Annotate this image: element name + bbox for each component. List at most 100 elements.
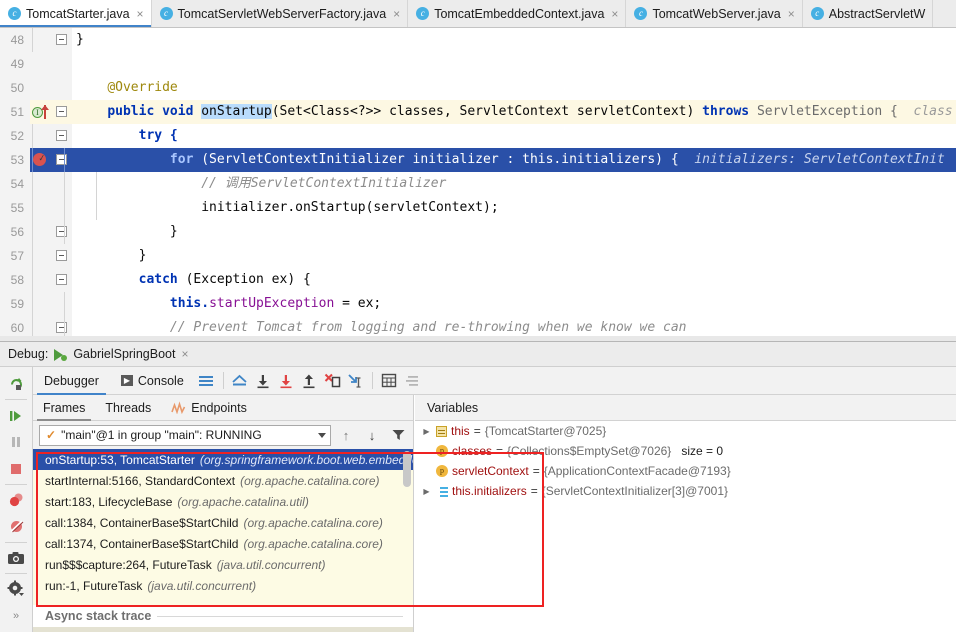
close-icon[interactable]: × (391, 8, 400, 20)
close-icon[interactable]: × (135, 8, 144, 20)
gutter[interactable] (30, 220, 72, 244)
force-step-into-button[interactable] (321, 370, 344, 392)
intention-bulb-icon[interactable] (56, 103, 67, 115)
variable-row[interactable]: ▶ this.initializers = {ServletContextIni… (415, 481, 956, 501)
code-line[interactable]: 59 this.startUpException = ex; (0, 292, 956, 316)
variable-row[interactable]: p classes = {Collections$EmptySet@7026} … (415, 441, 956, 461)
show-execution-point-button[interactable] (229, 370, 252, 392)
gutter[interactable] (30, 124, 72, 148)
fold-marker-icon[interactable] (56, 34, 67, 45)
gutter[interactable] (30, 76, 72, 100)
pause-button[interactable] (2, 429, 30, 455)
tab-console[interactable]: ▶ Console (110, 367, 195, 395)
step-out-button[interactable] (298, 370, 321, 392)
gutter[interactable] (30, 244, 72, 268)
variables-pane: Variables ▶ this = {TomcatStarter@7025} … (415, 395, 956, 632)
code-text: // 调用ServletContextInitializer (32, 172, 956, 196)
rerun-button[interactable] (2, 371, 30, 397)
gutter[interactable] (30, 196, 72, 220)
comment-line: // Prevent Tomcat from logging and re-th… (169, 320, 687, 335)
frame-row[interactable]: onStartup:53, TomcatStarter (org.springf… (33, 449, 413, 470)
line-number: 48 (0, 28, 30, 52)
code-editor[interactable]: 48 } 49 50 @Override 51 I public void on… (0, 28, 956, 363)
gutter[interactable] (30, 28, 72, 52)
frames-scrollbar[interactable] (403, 451, 411, 487)
code-line[interactable]: 58 catch (Exception ex) { (0, 268, 956, 292)
frames-down-button[interactable]: ↓ (361, 424, 383, 446)
expand-arrow-icon[interactable]: ▶ (421, 487, 432, 496)
frames-list[interactable]: onStartup:53, TomcatStarter (org.springf… (33, 449, 413, 605)
evaluate-expression-button[interactable] (378, 370, 401, 392)
frame-row[interactable]: run:-1, FutureTask (java.util.concurrent… (33, 575, 413, 596)
gutter[interactable]: ✓ (30, 148, 72, 172)
close-icon[interactable]: × (609, 8, 618, 20)
step-over-icon (257, 374, 269, 388)
code-line[interactable]: 50 @Override (0, 76, 956, 100)
resume-button[interactable] (2, 402, 30, 428)
subtab-endpoints[interactable]: Endpoints (161, 395, 257, 421)
gutter[interactable]: I (30, 100, 72, 124)
step-over-button[interactable] (252, 370, 275, 392)
editor-tab-tomcatstarter[interactable]: c TomcatStarter.java × (0, 0, 152, 27)
frame-row[interactable]: call:1374, ContainerBase$StartChild (org… (33, 533, 413, 554)
subtab-threads[interactable]: Threads (95, 395, 161, 421)
gutter[interactable] (30, 268, 72, 292)
debug-left-toolbar: » (0, 367, 33, 632)
layout-settings-button[interactable] (195, 370, 218, 392)
debug-session-name[interactable]: GabrielSpringBoot (73, 347, 175, 361)
code-line[interactable]: 56 } (0, 220, 956, 244)
mute-breakpoints-icon (9, 520, 23, 533)
step-into-button[interactable] (275, 370, 298, 392)
frame-row[interactable]: start:183, LifecycleBase (org.apache.cat… (33, 491, 413, 512)
editor-tab-tomcatwebserver[interactable]: c TomcatWebServer.java × (626, 0, 803, 27)
fold-marker-icon[interactable] (56, 250, 67, 261)
close-icon[interactable]: × (786, 8, 795, 20)
code-line[interactable]: 49 (0, 52, 956, 76)
gutter[interactable] (30, 292, 72, 316)
tab-debugger[interactable]: Debugger (33, 367, 110, 395)
async-frame-row-partial[interactable] (33, 627, 413, 632)
more-button[interactable]: » (2, 603, 30, 629)
editor-tab-abstractservletwebserverfactory[interactable]: c AbstractServletW (802, 0, 934, 27)
editor-tab-tomcatservletwebserverfactory[interactable]: c TomcatServletWebServerFactory.java × (151, 0, 409, 27)
gutter[interactable] (30, 172, 72, 196)
screenshot-button[interactable] (2, 545, 30, 571)
fold-marker-icon[interactable] (56, 130, 67, 141)
frames-up-button[interactable]: ↑ (335, 424, 357, 446)
mute-renderers-button[interactable] (401, 370, 424, 392)
fold-marker-icon[interactable] (56, 274, 67, 285)
fold-marker-icon[interactable] (56, 226, 67, 237)
fold-marker-icon[interactable] (56, 154, 67, 165)
expand-arrow-icon[interactable]: ▶ (421, 427, 432, 436)
gutter[interactable] (30, 52, 72, 76)
code-line[interactable]: 52 try { (0, 124, 956, 148)
fold-marker-icon[interactable] (56, 322, 67, 333)
toolbar-separator (5, 399, 27, 401)
frames-filter-button[interactable] (387, 424, 409, 446)
chevron-down-icon[interactable] (318, 432, 326, 438)
settings-button[interactable] (2, 576, 30, 602)
close-icon[interactable]: × (181, 347, 188, 361)
frame-row[interactable]: call:1384, ContainerBase$StartChild (org… (33, 512, 413, 533)
subtab-frames[interactable]: Frames (33, 395, 95, 421)
frame-row[interactable]: startInternal:5166, StandardContext (org… (33, 470, 413, 491)
step-out-icon (303, 374, 315, 388)
code-line-current[interactable]: 51 I public void onStartup(Set<Class<?>>… (0, 100, 956, 124)
run-to-cursor-button[interactable] (344, 370, 367, 392)
object-icon (436, 425, 447, 437)
code-line-executing[interactable]: 53 ✓ for (ServletContextInitializer init… (0, 148, 956, 172)
code-line[interactable]: 54 // 调用ServletContextInitializer (0, 172, 956, 196)
breakpoint-icon[interactable]: ✓ (33, 153, 46, 166)
code-line[interactable]: 55 initializer.onStartup(servletContext)… (0, 196, 956, 220)
frame-row[interactable]: run$$$capture:264, FutureTask (java.util… (33, 554, 413, 575)
view-breakpoints-button[interactable] (2, 487, 30, 513)
variable-row[interactable]: p servletContext = {ApplicationContextFa… (415, 461, 956, 481)
mute-breakpoints-button[interactable] (2, 513, 30, 539)
code-line[interactable]: 48 } (0, 28, 956, 52)
code-line[interactable]: 57 } (0, 244, 956, 268)
thread-selector[interactable]: ✓ "main"@1 in group "main": RUNNING (39, 424, 331, 446)
editor-tab-tomcatembeddedcontext[interactable]: c TomcatEmbeddedContext.java × (408, 0, 627, 27)
variable-row[interactable]: ▶ this = {TomcatStarter@7025} (415, 421, 956, 441)
stop-button[interactable] (2, 455, 30, 481)
frame-package: (org.springframework.boot.web.embedded.t… (199, 452, 413, 467)
